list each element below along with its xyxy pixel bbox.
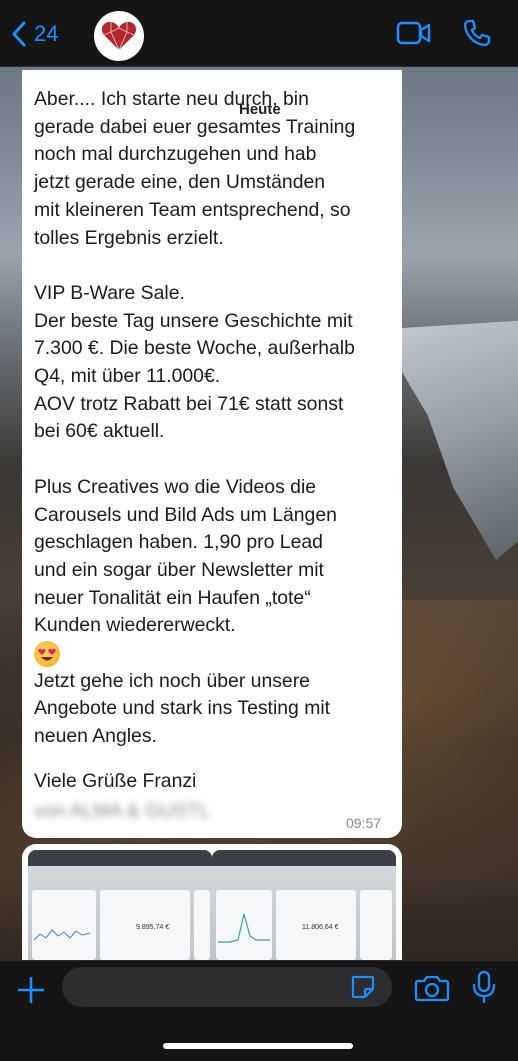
thumbnail-value-card: 9.895,74 € (100, 890, 190, 960)
video-camera-icon (396, 21, 431, 45)
chat-header: 24 (0, 0, 518, 67)
thumbnail-chart-card (32, 890, 96, 960)
plus-icon (17, 976, 45, 1004)
thumbnail-value-card: 11.806,64 € (276, 890, 356, 960)
phone-icon (463, 19, 491, 47)
video-call-button[interactable] (396, 20, 432, 51)
contact-avatar[interactable] (94, 11, 144, 61)
heart-logo-icon (101, 21, 137, 52)
thumbnail-browser-bar (212, 850, 396, 866)
thumbnail-value: 11.806,64 € (302, 924, 339, 931)
thumbnail-browser-bar (28, 850, 212, 866)
chevron-left-icon (12, 21, 26, 47)
media-thumbnail[interactable]: 11.806,64 € (212, 850, 396, 964)
voice-call-button[interactable] (462, 18, 492, 53)
media-message-bubble[interactable]: 9.895,74 € 11.806,64 € (22, 844, 402, 964)
message-text-continued: Jetzt gehe ich noch über unsere Angebote… (34, 669, 331, 748)
blurred-company-line: von ALMA & GUSTL (34, 800, 210, 822)
back-button[interactable]: 24 (10, 14, 58, 54)
thumbnail-side-card (360, 890, 392, 960)
thumbnail-line-chart (218, 913, 270, 943)
message-signature: Viele Grüße Franzi (34, 770, 197, 792)
thumbnail-side-card (194, 890, 210, 960)
thumbnail-chart-card (216, 890, 272, 960)
unread-count: 24 (34, 21, 59, 46)
heart-eyes-emoji-icon (34, 640, 60, 667)
message-timestamp: 09:57 (346, 815, 382, 831)
thumbnail-value: 9.895,74 € (136, 924, 170, 931)
camera-button[interactable] (414, 973, 450, 1008)
message-input[interactable] (62, 967, 392, 1007)
message-text: Aber.... Ich starte neu durch, bin gerad… (34, 88, 356, 637)
attach-button[interactable] (16, 975, 46, 1010)
sticker-icon (351, 975, 375, 999)
voice-message-button[interactable] (470, 970, 498, 1009)
message-body: Aber.... Ich starte neu durch, bin gerad… (34, 86, 404, 751)
home-indicator (163, 1043, 353, 1049)
sticker-button[interactable] (350, 974, 376, 1005)
microphone-icon (472, 970, 496, 1004)
camera-icon (414, 975, 450, 1002)
media-thumbnail[interactable]: 9.895,74 € (28, 850, 212, 964)
thumbnail-line-chart (33, 929, 91, 941)
composer-bar (0, 960, 518, 1061)
